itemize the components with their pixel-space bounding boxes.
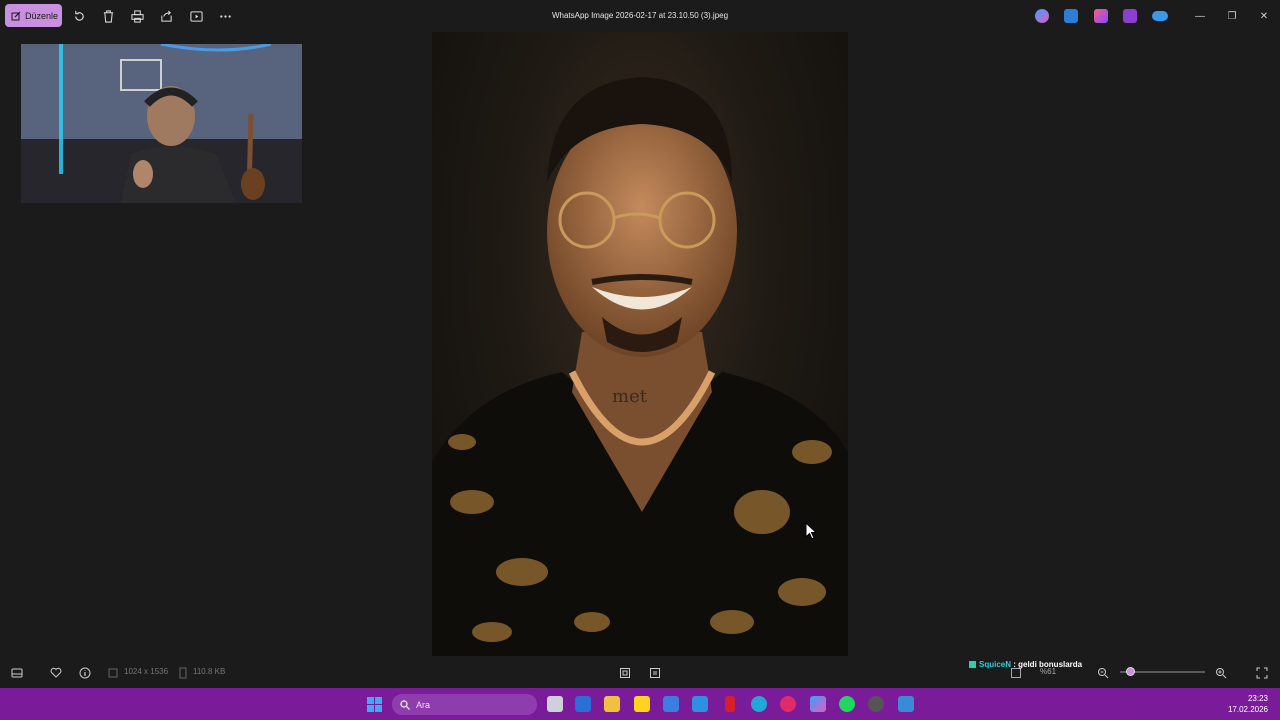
image-dimensions: 1024 x 1536 [124,667,169,676]
close-icon[interactable]: ✕ [1256,8,1272,24]
photos-icon[interactable] [898,696,914,712]
filesize-icon [176,666,190,680]
search-icon [400,699,410,710]
copilot-icon[interactable] [1035,9,1049,23]
copilot-taskbar-icon[interactable] [810,696,826,712]
vscode-icon[interactable] [692,696,708,712]
taskbar-search[interactable]: Ara [392,694,537,715]
start-icon[interactable] [367,697,382,717]
clipchamp-icon[interactable] [1094,9,1108,23]
opera-icon[interactable] [780,696,796,712]
edit-button[interactable]: Düzenle [5,4,62,27]
dimensions-icon [106,666,120,680]
chat-text: geldi bonuslarda [1018,660,1083,669]
fullscreen-icon[interactable] [1255,666,1269,680]
restore-icon[interactable]: ❐ [1224,8,1240,24]
sticky-notes-icon[interactable] [634,696,650,712]
outlook-icon[interactable] [575,696,591,712]
zoom-in-icon[interactable] [1214,666,1228,680]
clock-date: 17.02.2026 [1227,705,1268,714]
system-clock[interactable]: 23:23 17.02.2026 [1228,693,1268,715]
info-icon[interactable] [78,666,92,680]
actual-size-icon[interactable] [648,666,662,680]
delete-icon[interactable] [100,8,116,24]
store-icon[interactable] [663,696,679,712]
edit-button-label: Düzenle [25,10,59,21]
clock-time: 23:23 [1247,694,1268,703]
favorite-icon[interactable] [49,666,63,680]
title-bar: Düzenle WhatsApp Image 2026-02-17 at 23.… [0,0,1280,32]
spotify-icon[interactable] [839,696,855,712]
bottom-bar: 1024 x 1536 110.8 KB %61 [0,660,1280,684]
share-icon[interactable] [158,8,174,24]
webcam-overlay [21,44,302,203]
zoom-slider-thumb[interactable] [1126,667,1135,676]
more-icon[interactable] [217,8,233,24]
main-photo[interactable]: met [432,32,848,656]
onedrive-icon[interactable] [1152,11,1168,21]
zoom-out-icon[interactable] [1096,666,1110,680]
file-size: 110.8 KB [193,667,226,676]
rotate-icon[interactable] [71,8,87,24]
slideshow-icon[interactable] [188,8,204,24]
chat-badge-icon [969,661,976,669]
chat-username: SquiceN [979,660,1012,669]
file-explorer-icon[interactable] [604,696,620,712]
minimize-icon[interactable]: — [1192,8,1208,24]
task-view-icon[interactable] [547,696,563,712]
fit-window-icon[interactable] [618,666,632,680]
mouse-cursor-icon [805,521,818,545]
print-icon[interactable] [129,8,145,24]
editor-icon[interactable] [1123,9,1137,23]
search-placeholder: Ara [416,699,431,710]
chat-message: SquiceN : geldi bonuslarda [969,660,1082,669]
filmstrip-icon[interactable] [10,666,24,680]
edit-icon [11,11,21,20]
edge-icon[interactable] [751,696,767,712]
designer-icon[interactable] [1064,9,1078,23]
acrobat-icon[interactable] [725,696,735,712]
neck-tattoo-text: met [612,386,648,407]
obs-icon[interactable] [868,696,884,712]
